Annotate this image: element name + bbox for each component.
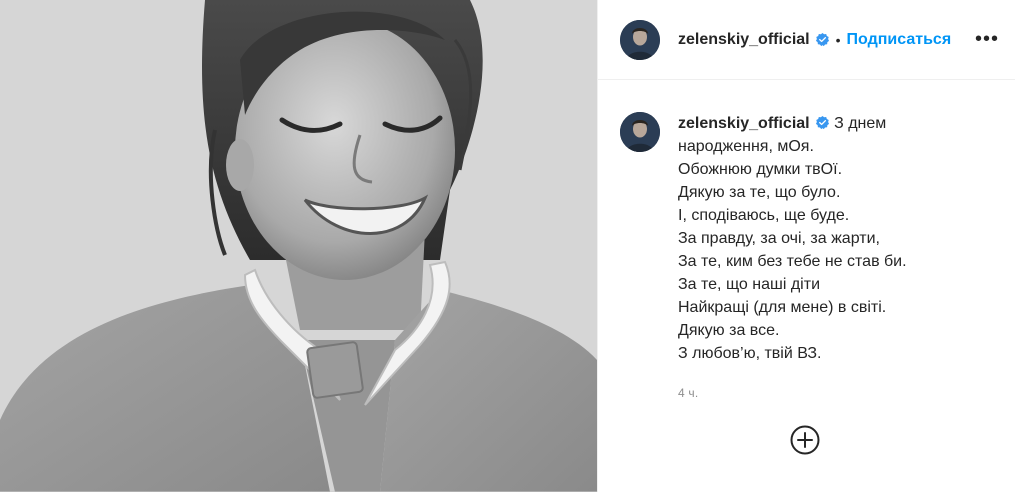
- caption-text-line: За те, що наші діти: [678, 276, 820, 293]
- caption-text-line: За те, ким без тебе не став би.: [678, 253, 907, 270]
- post-photo[interactable]: [0, 0, 597, 492]
- post-side-panel: zelenskiy_official • Подписаться ••• zel…: [597, 0, 1015, 492]
- caption-text-line: І, сподіваюсь, ще буде.: [678, 207, 850, 224]
- verified-badge-icon: [815, 32, 830, 47]
- caption-text-line: Найкращі (для мене) в світі.: [678, 299, 887, 316]
- caption-text-line: Обожнюю думки твОї.: [678, 161, 843, 178]
- post-caption: zelenskiy_official З днем народження, мО…: [598, 80, 1015, 405]
- avatar-image: [620, 112, 660, 152]
- caption-text-line: За правду, за очі, за жарти,: [678, 230, 880, 247]
- header-separator: •: [835, 31, 841, 48]
- header-username[interactable]: zelenskiy_official: [678, 31, 810, 49]
- caption-body: zelenskiy_official З днем народження, мО…: [678, 112, 978, 405]
- avatar-image: [620, 19, 660, 60]
- caption-text-line: З любов’ю, твій ВЗ.: [678, 345, 822, 362]
- caption-text-line: народження, мОя.: [678, 138, 814, 155]
- instagram-post: zelenskiy_official • Подписаться ••• zel…: [0, 0, 1015, 492]
- caption-text-line: З днем: [834, 115, 887, 132]
- more-options-icon[interactable]: •••: [975, 28, 999, 52]
- post-header: zelenskiy_official • Подписаться •••: [598, 0, 1015, 80]
- add-comment-icon[interactable]: [789, 424, 821, 456]
- caption-avatar[interactable]: [620, 112, 660, 152]
- caption-text-line: Дякую за те, що було.: [678, 184, 841, 201]
- caption-first-line: zelenskiy_official З днем: [678, 112, 978, 135]
- caption-text-line: Дякую за все.: [678, 322, 780, 339]
- caption-username[interactable]: zelenskiy_official: [678, 115, 810, 132]
- follow-button[interactable]: Подписаться: [847, 31, 952, 49]
- verified-badge-icon: [815, 115, 830, 130]
- post-photo-image: [0, 0, 597, 492]
- post-timestamp[interactable]: 4 ч.: [678, 382, 978, 405]
- avatar[interactable]: [620, 19, 660, 60]
